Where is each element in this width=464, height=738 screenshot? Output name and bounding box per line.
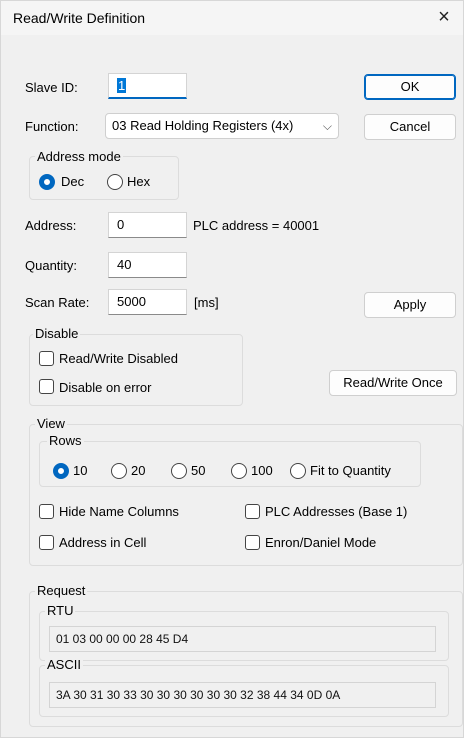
read-write-disabled-checkbox[interactable]	[39, 351, 54, 366]
view-legend: View	[35, 416, 67, 432]
radio-dec-label: Dec	[61, 174, 85, 189]
radio-rows-fit[interactable]	[290, 463, 306, 479]
window-title: Read/Write Definition	[13, 10, 146, 26]
scan-rate-input[interactable]: 5000	[108, 289, 187, 315]
enron-daniel-mode-label: Enron/Daniel Mode	[265, 535, 377, 550]
ascii-request-field[interactable]: 3A 30 31 30 33 30 30 30 30 30 30 32 38 4…	[49, 682, 436, 708]
radio-rows-fit-label: Fit to Quantity	[310, 463, 391, 478]
read-write-once-button[interactable]: Read/Write Once	[329, 370, 457, 396]
hide-name-columns-label: Hide Name Columns	[59, 504, 179, 519]
plc-addresses-base1-checkbox[interactable]	[245, 504, 260, 519]
address-in-cell-checkbox[interactable]	[39, 535, 54, 550]
ok-button[interactable]: OK	[364, 74, 456, 100]
quantity-label: Quantity:	[25, 258, 78, 273]
function-select[interactable]: 03 Read Holding Registers (4x) ⌵	[105, 113, 339, 139]
plc-address-text: PLC address = 40001	[193, 218, 320, 233]
radio-rows-20[interactable]	[111, 463, 127, 479]
function-selected-value: 03 Read Holding Registers (4x)	[112, 118, 294, 133]
radio-hex[interactable]	[107, 174, 123, 190]
chevron-down-icon: ⌵	[322, 119, 332, 133]
quantity-input[interactable]: 40	[108, 252, 187, 278]
read-write-definition-dialog: Read/Write Definition × Slave ID: 1 OK F…	[0, 0, 464, 738]
title-bar: Read/Write Definition ×	[1, 1, 463, 35]
slave-id-input[interactable]: 1	[108, 73, 187, 99]
request-legend: Request	[35, 583, 88, 599]
apply-button[interactable]: Apply	[364, 292, 456, 318]
rows-legend: Rows	[47, 433, 84, 449]
radio-rows-50-label: 50	[191, 463, 206, 478]
address-in-cell-label: Address in Cell	[59, 535, 147, 550]
radio-rows-50[interactable]	[171, 463, 187, 479]
plc-addresses-base1-label: PLC Addresses (Base 1)	[265, 504, 408, 519]
radio-rows-100-label: 100	[251, 463, 273, 478]
address-label: Address:	[25, 218, 77, 233]
disable-on-error-checkbox[interactable]	[39, 379, 54, 394]
ascii-legend: ASCII	[45, 657, 83, 673]
scan-rate-label: Scan Rate:	[25, 295, 90, 310]
radio-dec[interactable]	[39, 174, 55, 190]
radio-rows-20-label: 20	[131, 463, 146, 478]
rtu-legend: RTU	[45, 603, 76, 619]
scan-rate-unit: [ms]	[194, 295, 219, 310]
radio-rows-10-label: 10	[73, 463, 88, 478]
radio-rows-100[interactable]	[231, 463, 247, 479]
slave-id-label: Slave ID:	[25, 80, 78, 95]
close-icon[interactable]: ×	[433, 7, 455, 29]
address-input[interactable]: 0	[108, 212, 187, 238]
function-label: Function:	[25, 119, 79, 134]
cancel-button[interactable]: Cancel	[364, 114, 456, 140]
address-mode-legend: Address mode	[35, 149, 123, 165]
read-write-disabled-label: Read/Write Disabled	[59, 351, 178, 366]
enron-daniel-mode-checkbox[interactable]	[245, 535, 260, 550]
radio-rows-10[interactable]	[53, 463, 69, 479]
rtu-request-field[interactable]: 01 03 00 00 00 28 45 D4	[49, 626, 436, 652]
disable-on-error-label: Disable on error	[59, 380, 152, 395]
radio-hex-label: Hex	[127, 174, 151, 189]
hide-name-columns-checkbox[interactable]	[39, 504, 54, 519]
slave-id-value: 1	[117, 78, 127, 93]
disable-legend: Disable	[33, 326, 81, 342]
